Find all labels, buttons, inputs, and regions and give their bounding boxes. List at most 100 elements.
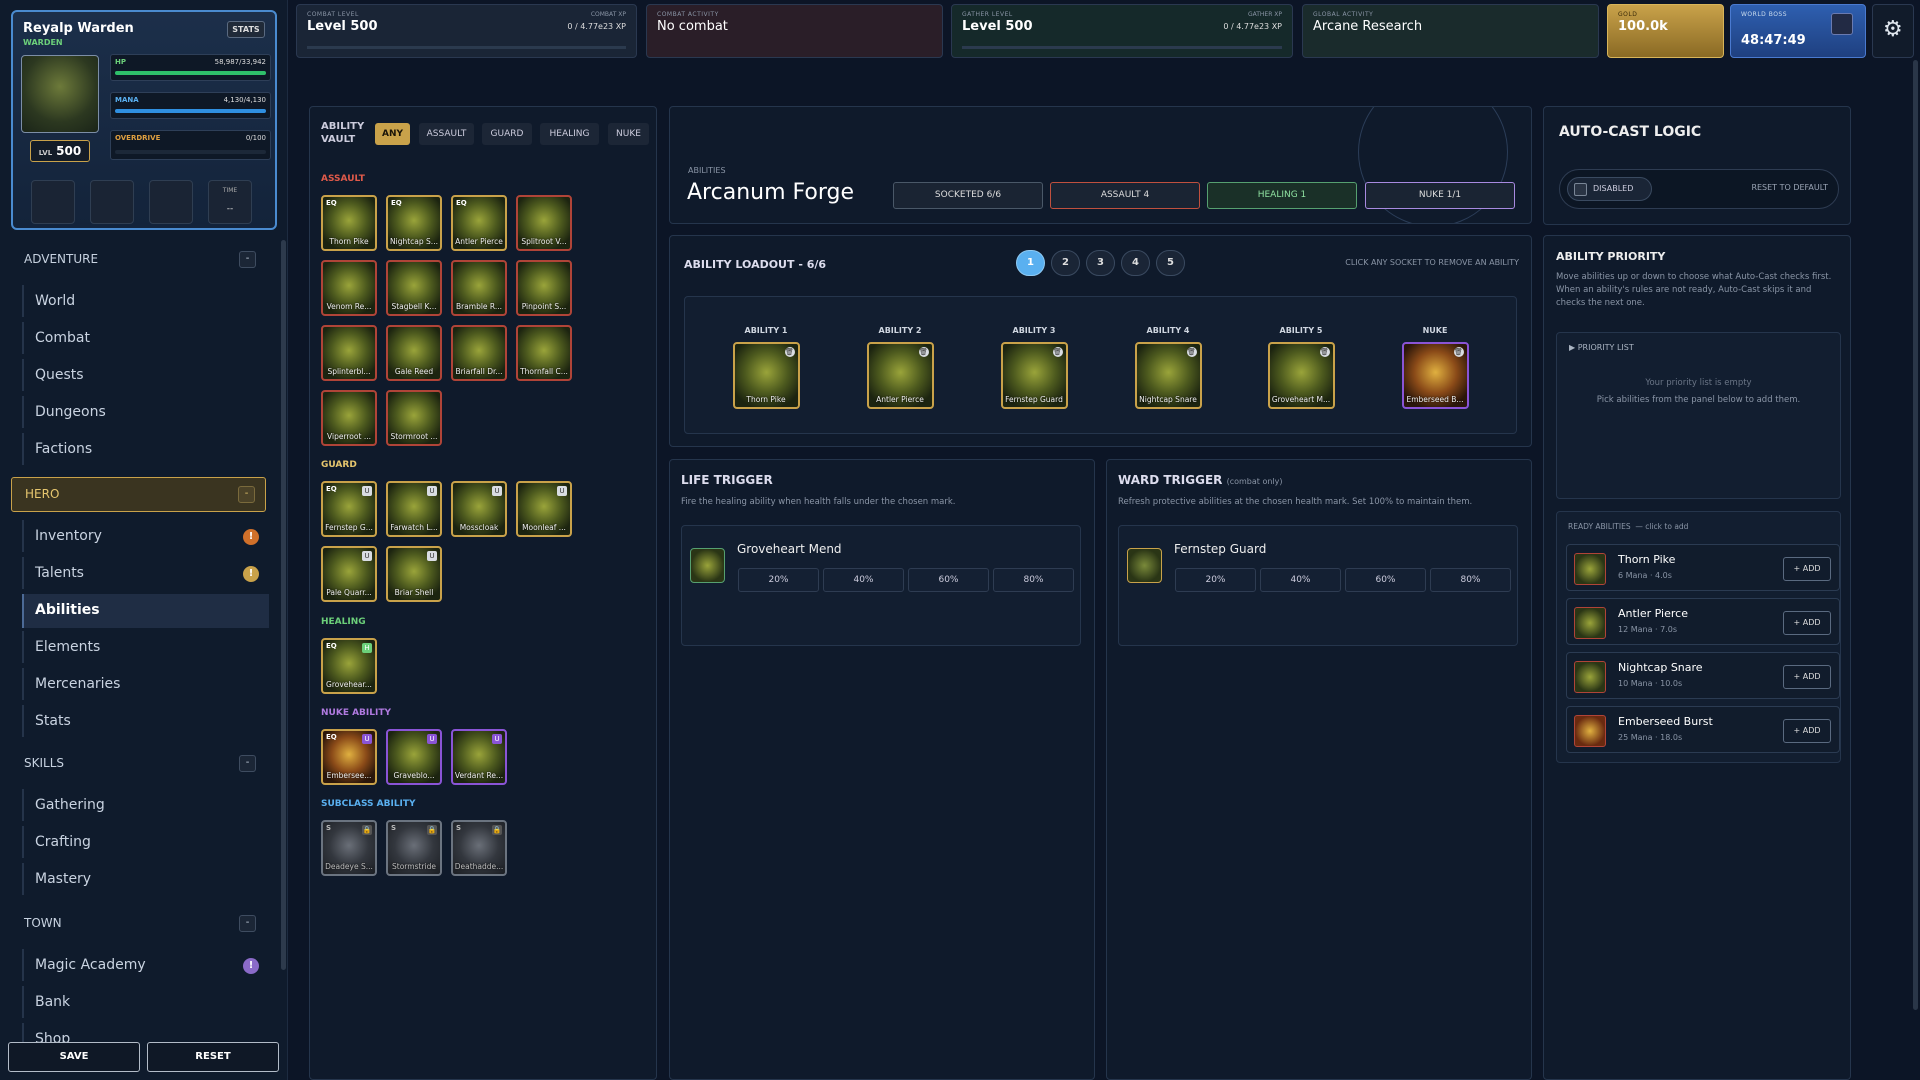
reset-button[interactable]: RESET (147, 1042, 279, 1072)
vault-ability[interactable]: EQ U Embersee... (321, 729, 377, 785)
ward-threshold-40[interactable]: 40% (1260, 568, 1341, 592)
loadout-set-4[interactable]: 4 (1121, 250, 1150, 276)
vault-ability-locked[interactable]: S 🔒 Deathadde... (451, 820, 507, 876)
save-button[interactable]: SAVE (8, 1042, 140, 1072)
vault-ability[interactable]: EQ U Fernstep G... (321, 481, 377, 537)
nav-item-mercenaries[interactable]: Mercenaries (22, 668, 269, 700)
trash-icon[interactable]: 🗑 (1186, 347, 1197, 357)
socket-ability[interactable]: 🗑 Groveheart M... (1267, 342, 1335, 409)
sidebar-scrollbar[interactable] (281, 240, 286, 970)
nav-item-crafting[interactable]: Crafting (22, 826, 269, 858)
buff-slot[interactable] (31, 180, 75, 224)
vault-ability[interactable]: Stagbell K... (386, 260, 442, 316)
vault-ability[interactable]: U Mosscloak (451, 481, 507, 537)
nav-section-town[interactable]: TOWN - (11, 907, 266, 939)
tab-nuke[interactable]: NUKE (608, 123, 649, 145)
nav-item-dungeons[interactable]: Dungeons (22, 396, 269, 428)
loadout-set-3[interactable]: 3 (1086, 250, 1115, 276)
filter-healing[interactable]: HEALING 1 (1207, 182, 1357, 209)
filter-nuke[interactable]: NUKE 1/1 (1365, 182, 1515, 209)
socket-ability[interactable]: 🗑 Fernstep Guard (1000, 342, 1068, 409)
loadout-socket-nuke[interactable]: NUKE 🗑 Emberseed B... (1390, 326, 1480, 409)
loadout-socket-3[interactable]: ABILITY 3 🗑 Fernstep Guard (989, 326, 1079, 409)
nav-item-talents[interactable]: Talents! (22, 557, 269, 589)
vault-ability[interactable]: U Farwatch L... (386, 481, 442, 537)
add-button[interactable]: + ADD (1783, 665, 1831, 689)
ready-ability-row[interactable]: Nightcap Snare 10 Mana · 10.0s + ADD (1566, 652, 1840, 699)
nav-item-elements[interactable]: Elements (22, 631, 269, 663)
page-scrollbar[interactable] (1913, 60, 1918, 1010)
nav-section-adventure[interactable]: ADVENTURE - (11, 243, 266, 275)
filter-socketed[interactable]: SOCKETED 6/6 (893, 182, 1043, 209)
nav-section-skills[interactable]: SKILLS - (11, 747, 266, 779)
ready-ability-row[interactable]: Emberseed Burst 25 Mana · 18.0s + ADD (1566, 706, 1840, 753)
ward-threshold-80[interactable]: 80% (1430, 568, 1511, 592)
life-threshold-80[interactable]: 80% (993, 568, 1074, 592)
vault-ability[interactable]: EQ H Grovehear... (321, 638, 377, 694)
nav-item-world[interactable]: World (22, 285, 269, 317)
add-button[interactable]: + ADD (1783, 557, 1831, 581)
loadout-socket-1[interactable]: ABILITY 1 🗑 Thorn Pike (721, 326, 811, 409)
vault-ability[interactable]: U Pale Quarr... (321, 546, 377, 602)
life-threshold-40[interactable]: 40% (823, 568, 904, 592)
tab-any[interactable]: ANY (375, 123, 410, 145)
socket-ability[interactable]: 🗑 Antler Pierce (866, 342, 934, 409)
tab-assault[interactable]: ASSAULT (419, 123, 474, 145)
world-boss-card[interactable]: WORLD BOSS 48:47:49 (1730, 4, 1866, 58)
filter-assault[interactable]: ASSAULT 4 (1050, 182, 1200, 209)
tab-healing[interactable]: HEALING (540, 123, 599, 145)
loadout-socket-2[interactable]: ABILITY 2 🗑 Antler Pierce (855, 326, 945, 409)
tab-guard[interactable]: GUARD (482, 123, 532, 145)
nav-item-inventory[interactable]: Inventory! (22, 520, 269, 552)
checkbox-icon[interactable] (1574, 183, 1587, 196)
nav-item-quests[interactable]: Quests (22, 359, 269, 391)
vault-ability[interactable]: Stormroot ... (386, 390, 442, 446)
ready-ability-row[interactable]: Antler Pierce 12 Mana · 7.0s + ADD (1566, 598, 1840, 645)
ward-threshold-20[interactable]: 20% (1175, 568, 1256, 592)
nav-item-magic-academy[interactable]: Magic Academy! (22, 949, 269, 981)
priority-list-header[interactable]: ▶ PRIORITY LIST (1569, 343, 1634, 352)
add-button[interactable]: + ADD (1783, 611, 1831, 635)
vault-ability[interactable]: Gale Reed (386, 325, 442, 381)
trash-icon[interactable]: 🗑 (784, 347, 795, 357)
nav-item-stats[interactable]: Stats (22, 705, 269, 737)
add-button[interactable]: + ADD (1783, 719, 1831, 743)
vault-ability[interactable]: EQ Antler Pierce (451, 195, 507, 251)
loadout-set-5[interactable]: 5 (1156, 250, 1185, 276)
stats-button[interactable]: STATS (227, 21, 265, 38)
nav-item-abilities[interactable]: Abilities (22, 594, 269, 628)
loadout-socket-4[interactable]: ABILITY 4 🗑 Nightcap Snare (1123, 326, 1213, 409)
nav-item-combat[interactable]: Combat (22, 322, 269, 354)
trash-icon[interactable]: 🗑 (1453, 347, 1464, 357)
trash-icon[interactable]: 🗑 (1052, 347, 1063, 357)
life-threshold-60[interactable]: 60% (908, 568, 989, 592)
trash-icon[interactable]: 🗑 (918, 347, 929, 357)
collapse-icon[interactable]: - (239, 915, 256, 932)
loadout-socket-5[interactable]: ABILITY 5 🗑 Groveheart M... (1256, 326, 1346, 409)
nav-section-hero[interactable]: HERO - (11, 477, 266, 512)
vault-ability[interactable]: EQ Nightcap S... (386, 195, 442, 251)
settings-button[interactable]: ⚙ (1872, 4, 1914, 58)
vault-ability[interactable]: Splinterbl... (321, 325, 377, 381)
vault-ability[interactable]: Thornfall C... (516, 325, 572, 381)
vault-ability[interactable]: EQ Thorn Pike (321, 195, 377, 251)
vault-ability-locked[interactable]: S 🔒 Deadeye S... (321, 820, 377, 876)
socket-ability[interactable]: 🗑 Nightcap Snare (1134, 342, 1202, 409)
buff-slot[interactable] (149, 180, 193, 224)
vault-ability[interactable]: Venom Re... (321, 260, 377, 316)
collapse-icon[interactable]: - (238, 486, 255, 503)
loadout-set-2[interactable]: 2 (1051, 250, 1080, 276)
vault-ability[interactable]: U Briar Shell (386, 546, 442, 602)
vault-ability[interactable]: Viperroot ... (321, 390, 377, 446)
vault-ability[interactable]: U Graveblo... (386, 729, 442, 785)
vault-ability[interactable]: Splitroot V... (516, 195, 572, 251)
collapse-icon[interactable]: - (239, 251, 256, 268)
autocast-toggle[interactable]: DISABLED (1567, 177, 1652, 201)
reset-default-button[interactable]: RESET TO DEFAULT (1751, 183, 1828, 192)
socket-ability[interactable]: 🗑 Emberseed B... (1401, 342, 1469, 409)
vault-ability[interactable]: Pinpoint S... (516, 260, 572, 316)
collapse-icon[interactable]: - (239, 755, 256, 772)
vault-ability[interactable]: U Moonleaf ... (516, 481, 572, 537)
nav-item-factions[interactable]: Factions (22, 433, 269, 465)
vault-ability[interactable]: Bramble R... (451, 260, 507, 316)
